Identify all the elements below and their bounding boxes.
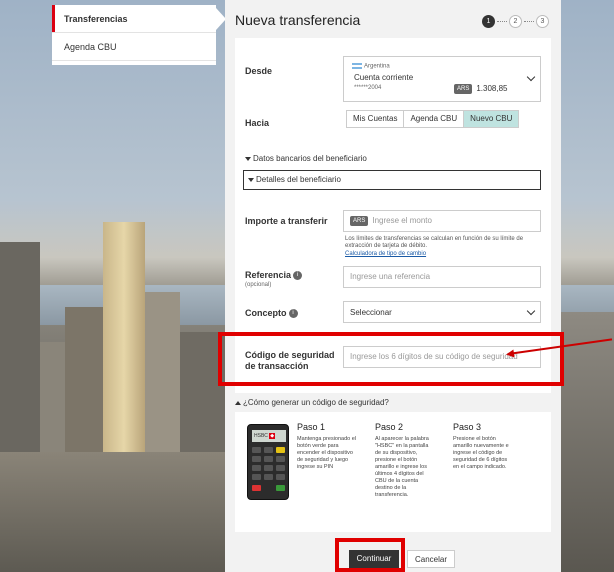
device-key (252, 474, 261, 480)
currency-badge: ARS (454, 84, 473, 94)
como-generar-toggle[interactable]: ¿Cómo generar un código de seguridad? (235, 398, 389, 407)
page-title: Nueva transferencia (235, 12, 361, 28)
step-3: 3 (536, 15, 549, 28)
calculadora-link[interactable]: Calculadora de tipo de cambio (345, 251, 426, 258)
hacia-label: Hacia (245, 118, 270, 128)
concepto-label: Concepto i (245, 308, 298, 319)
referencia-sublabel: (opcional) (245, 282, 272, 288)
annotation-arrowhead-icon (505, 349, 515, 359)
hacia-segmented-control: Mis Cuentas Agenda CBU Nuevo CBU (346, 110, 520, 128)
device-key (252, 465, 261, 471)
step-2: 2 (509, 15, 522, 28)
device-yellow-key (276, 447, 285, 453)
device-green-key (276, 485, 285, 491)
caret-down-icon (248, 177, 254, 182)
nav-item-transferencias[interactable]: Transferencias (52, 5, 216, 33)
datos-bancarios-toggle[interactable]: Datos bancarios del beneficiario (245, 154, 367, 163)
transfer-panel: Nueva transferencia 1 2 3 Desde Argentin… (225, 0, 561, 572)
step-indicator: 1 2 3 (482, 15, 549, 28)
desde-label: Desde (245, 66, 273, 76)
chevron-down-icon (526, 306, 536, 316)
help-step-3: Paso 3 Presione el botón amarillo nuevam… (453, 422, 513, 471)
argentina-flag-icon (352, 63, 362, 69)
referencia-label: Referencia i (245, 270, 303, 281)
security-token-device: HSBC ◆ (247, 424, 289, 500)
step-connector (497, 21, 507, 22)
hacia-option-agenda-cbu[interactable]: Agenda CBU (403, 110, 465, 128)
hacia-option-nuevo-cbu[interactable]: Nuevo CBU (463, 110, 520, 128)
hacia-option-mis-cuentas[interactable]: Mis Cuentas (346, 110, 405, 128)
desde-country: Argentina (352, 63, 390, 70)
help-step-text: Mantenga presionado el botón verde para … (297, 436, 357, 470)
help-step-1: Paso 1 Mantenga presionado el botón verd… (297, 422, 357, 471)
device-key (276, 465, 285, 471)
help-step-title: Paso 3 (453, 422, 482, 432)
info-icon[interactable]: i (288, 309, 298, 319)
importe-input[interactable]: ARS Ingrese el monto (343, 210, 541, 232)
importe-label: Importe a transferir (245, 216, 328, 226)
concepto-select[interactable]: Seleccionar (343, 301, 541, 323)
help-step-title: Paso 2 (375, 422, 404, 432)
device-key (276, 474, 285, 480)
desde-account-type: Cuenta corriente (354, 73, 414, 82)
device-red-key (252, 485, 261, 491)
currency-badge: ARS (350, 215, 369, 226)
caret-down-icon (245, 156, 251, 161)
background-building (561, 312, 614, 572)
device-key (264, 447, 273, 453)
help-step-2: Paso 2 Al aparecer la palabra "HSBC" en … (375, 422, 435, 499)
concepto-value: Seleccionar (350, 308, 392, 317)
importe-note: Los límites de transferencias se calcula… (345, 236, 524, 249)
step-connector (524, 21, 534, 22)
desde-balance: ARS 1.308,85 (454, 84, 507, 94)
detalles-beneficiario-toggle[interactable]: Detalles del beneficiario (243, 170, 541, 190)
nav-item-agenda-cbu[interactable]: Agenda CBU (52, 33, 216, 61)
nav-item-label: Transferencias (64, 14, 128, 24)
device-key (276, 456, 285, 462)
nav-item-label: Agenda CBU (64, 42, 117, 52)
help-step-title: Paso 1 (297, 422, 326, 432)
info-icon[interactable]: i (293, 271, 303, 281)
como-generar-panel: HSBC ◆ Paso 1 Mantenga presionado el bot… (235, 412, 551, 532)
chevron-down-icon (526, 72, 536, 82)
caret-up-icon (235, 400, 241, 405)
help-step-text: Presione el botón amarillo nuevamente e … (453, 436, 509, 470)
highlight-codigo-seguridad (218, 332, 564, 386)
device-key (252, 456, 261, 462)
step-1: 1 (482, 15, 495, 28)
side-nav: Transferencias Agenda CBU (52, 5, 216, 65)
help-step-text: Al aparecer la palabra "HSBC" en la pant… (375, 436, 429, 498)
cancelar-button[interactable]: Cancelar (407, 550, 455, 568)
highlight-continuar (335, 538, 405, 572)
referencia-input[interactable]: Ingrese una referencia (343, 266, 541, 288)
desde-account-number: ******2004 (354, 85, 382, 91)
desde-account-select[interactable]: Argentina Cuenta corriente ******2004 AR… (343, 56, 541, 102)
device-key (264, 474, 273, 480)
background-lowrise (0, 452, 225, 572)
device-key (264, 465, 273, 471)
device-key (252, 447, 261, 453)
device-screen: HSBC ◆ (252, 430, 286, 442)
device-key (264, 456, 273, 462)
